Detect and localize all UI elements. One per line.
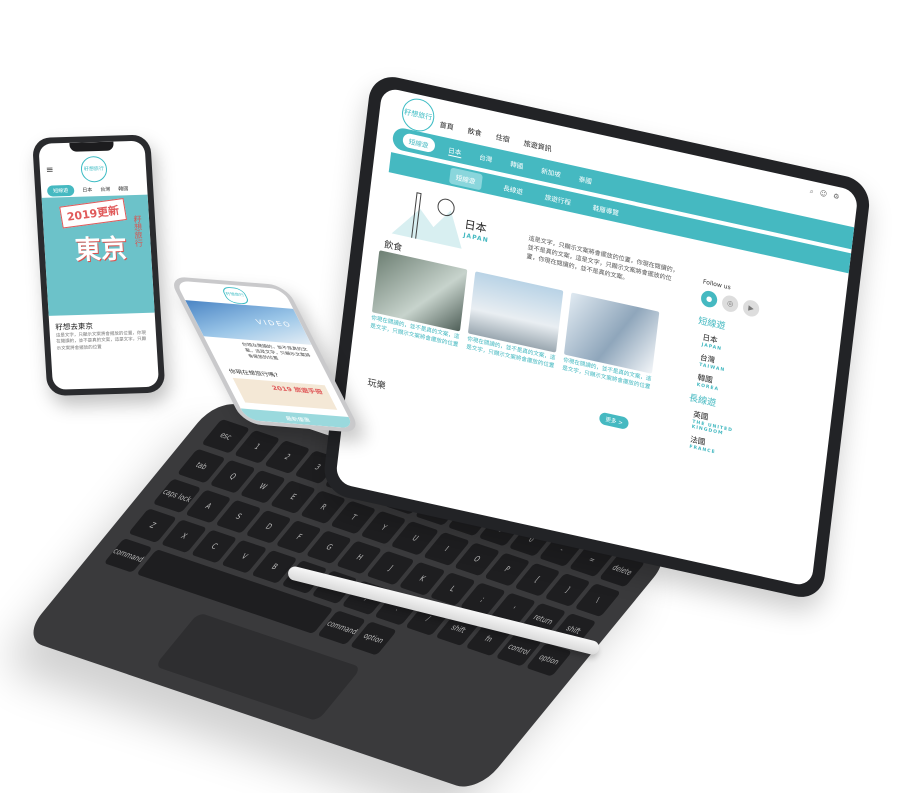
brochure-card[interactable]: 2019 旅遊手冊: [232, 377, 338, 410]
phone-middle-screen: 籽想旅行 VIDEO 你現在閱讀的，並不是真的文案，這是文字，只顯示文案將會擺放…: [175, 280, 355, 429]
search-pill[interactable]: 短線遊: [402, 132, 436, 154]
sub-nav-item[interactable]: 長線遊: [503, 182, 524, 196]
tab[interactable]: 日本: [82, 186, 92, 193]
settings-icon[interactable]: ⚙: [832, 192, 840, 202]
brochure-title: 2019 旅遊手冊: [270, 384, 325, 396]
hero-word: 東京: [73, 234, 128, 266]
location-icon[interactable]: ●: [700, 289, 719, 309]
sub-nav-item[interactable]: 短線遊: [448, 167, 483, 191]
region-tab[interactable]: 新加坡: [541, 164, 562, 179]
sidebar: Follow us ● ◎ ▶ 短線遊 日本 JAPAN 台灣 TAIWAN 韓國 KOR…: [683, 278, 783, 466]
more-button[interactable]: 更多 >: [598, 411, 630, 431]
article-text: 你現在閱讀的，並不是真的文案，這是文字，只顯示文案將會擺放的位置: [241, 342, 312, 362]
region-tab[interactable]: 泰國: [578, 173, 592, 187]
side-tag: 籽想旅行: [132, 214, 144, 248]
phone-notch: [69, 141, 114, 152]
nav-item[interactable]: 旅遊資訊: [523, 138, 552, 154]
region-tab[interactable]: 台灣: [479, 151, 493, 165]
search-icon[interactable]: ⌕: [809, 187, 814, 197]
menu-icon[interactable]: ≡: [46, 165, 54, 175]
region-intro: 這是文字，只顯示文案將會擺放的位置，你現在閱讀的，並不是真的文案，這是文字，只顯…: [526, 234, 680, 283]
region-tab[interactable]: 日本: [447, 143, 463, 158]
hero-photo[interactable]: [185, 300, 312, 345]
sub-nav-item[interactable]: 鞋履導覽: [592, 202, 619, 218]
region-tab[interactable]: 韓國: [510, 158, 524, 172]
article-card[interactable]: 你現在閱讀的，並不是真的文案，這是文字，只顯示文案將會擺放的位置: [562, 292, 660, 392]
phone-middle: 籽想旅行 VIDEO 你現在閱讀的，並不是真的文案，這是文字，只顯示文案將會擺放…: [168, 276, 362, 434]
site-logo[interactable]: 籽想旅行: [80, 155, 108, 183]
sub-nav-item[interactable]: 旅遊行程: [544, 191, 571, 207]
nav-item[interactable]: 飲食: [467, 126, 482, 139]
region-en-name: FRANCE: [689, 444, 716, 456]
tab[interactable]: 韓國: [118, 185, 128, 192]
article-card[interactable]: 你現在閱讀的，並不是真的文案，這是文字，只顯示文案將會擺放的位置: [466, 271, 564, 371]
header-icons: ⌕ ☺ ⚙: [809, 187, 840, 202]
instagram-icon[interactable]: ◎: [721, 293, 740, 314]
tab[interactable]: 台灣: [100, 186, 110, 193]
nav-item[interactable]: 首頁: [439, 120, 454, 133]
question-text: 你現在想旅行嗎?: [227, 368, 280, 379]
article-body: 這是文字，只顯示文案將會擺放的位置，你現在閱讀的，並不是真的文案，這是文字，只顯…: [55, 330, 147, 352]
article-card[interactable]: 你現在閱讀的，並不是真的文案，這是文字，只顯示文案將會擺放的位置: [370, 250, 468, 350]
user-icon[interactable]: ☺: [819, 189, 827, 200]
search-pill[interactable]: 短線遊: [46, 184, 75, 197]
tablet-screen: 籽想旅行 首頁 飲食 住宿 旅遊資訊 ⌕ ☺ ⚙ 短線遊 日本 台灣 韓國 新加坡 泰國 短線…: [335, 86, 859, 588]
site-logo[interactable]: 籽想旅行: [220, 286, 251, 305]
nav-item[interactable]: 住宿: [495, 132, 510, 145]
section-fun: 玩樂: [366, 378, 387, 393]
article-title[interactable]: 籽想去東京: [55, 321, 93, 333]
phone-left: 籽想旅行 ≡ 短線遊 日本 台灣 韓國 2019更新 東京 籽想旅行 籽想去東京…: [32, 134, 166, 396]
phone-left-screen: 籽想旅行 ≡ 短線遊 日本 台灣 韓國 2019更新 東京 籽想旅行 籽想去東京…: [38, 140, 160, 390]
youtube-icon[interactable]: ▶: [742, 298, 761, 319]
